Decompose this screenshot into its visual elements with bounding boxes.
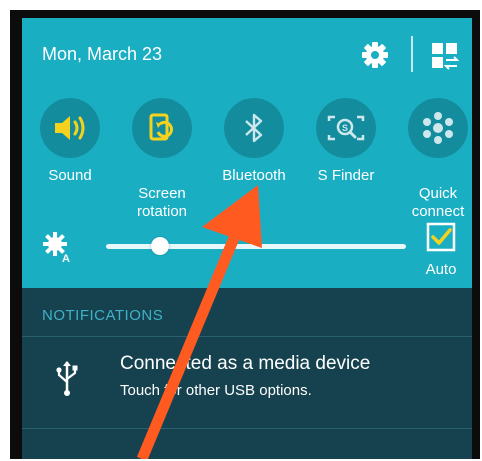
notification-title: Connected as a media device [120,353,371,374]
toggle-bluetooth-label: Bluetooth [222,167,286,184]
toggle-quick-connect-circle [408,98,468,158]
toggle-quick-connect-label: Quick connect [411,185,465,220]
notifications-divider [22,336,472,337]
toggle-sound-circle [40,98,100,158]
toggle-rotation-circle [132,98,192,158]
bluetooth-icon [245,113,263,143]
toggle-bluetooth-circle [224,98,284,158]
usb-icon [56,361,78,396]
notifications-header: NOTIFICATIONS [42,307,164,324]
auto-brightness-checkbox[interactable] [426,222,456,252]
search-icon: S [327,115,365,141]
quick-settings-panel: Mon, March 23 Sound Screen rotation Blue… [22,18,472,288]
edit-toggles-button[interactable] [431,42,460,70]
header-divider [411,36,413,72]
gear-icon [362,42,388,68]
toggle-s-finder[interactable]: S S Finder [301,98,391,208]
brightness-icon: A [43,232,70,265]
brightness-slider-thumb[interactable] [151,237,169,255]
settings-button[interactable] [360,40,390,70]
toggle-quick-connect[interactable]: Quick connect [393,98,472,220]
toggle-bluetooth[interactable]: Bluetooth [209,98,299,208]
auto-brightness-label: Auto [425,261,457,278]
toggle-screen-rotation[interactable]: Screen rotation [117,98,207,220]
toggle-sound[interactable]: Sound [25,98,115,208]
toggle-rotation-label: Screen rotation [136,185,188,220]
date-label: Mon, March 23 [42,44,163,64]
svg-text:S: S [342,123,348,133]
checkbox-checked-icon [426,222,456,252]
device-frame: Mon, March 23 Sound Screen rotation Blue… [10,10,480,459]
svg-text:A: A [62,253,70,263]
usb-icon-wrap [54,360,80,396]
toggle-sfinder-circle: S [316,98,376,158]
phone-screen: Mon, March 23 Sound Screen rotation Blue… [22,18,472,459]
notification-subtitle: Touch for other USB options. [120,382,312,399]
quick-connect-icon [423,112,453,144]
toggle-sound-label: Sound [48,167,92,184]
speaker-icon [55,116,85,140]
toggle-sfinder-label: S Finder [317,167,375,184]
auto-brightness-icon: A [42,231,74,265]
grid-edit-icon [432,43,460,70]
notifications-bottom-divider [22,428,472,429]
rotation-icon [149,113,173,141]
notification-usb[interactable]: Connected as a media device Touch for ot… [22,338,472,418]
